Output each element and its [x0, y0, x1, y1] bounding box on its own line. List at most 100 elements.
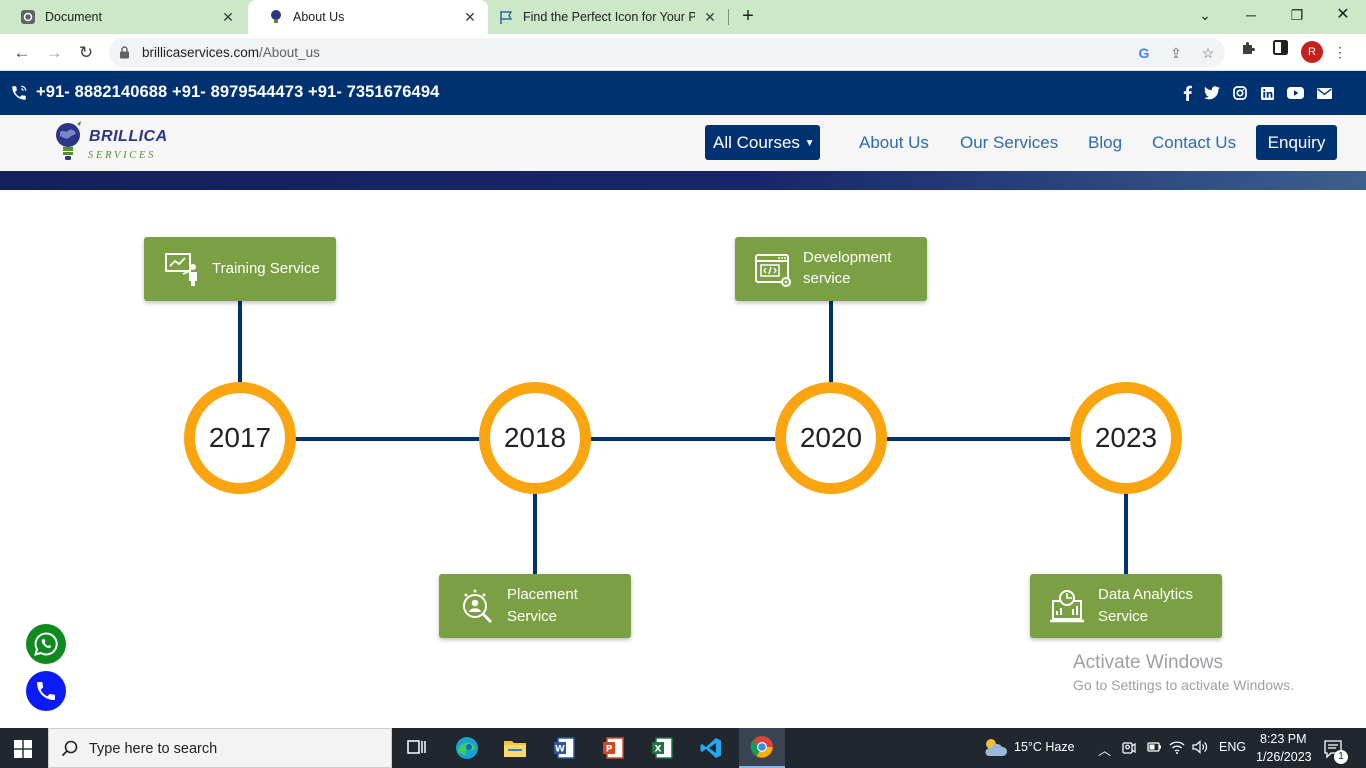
logo-subtitle: SERVICES [88, 150, 157, 161]
back-icon[interactable]: ← [10, 41, 34, 65]
side-panel-icon[interactable] [1270, 40, 1290, 60]
bookmark-star-icon[interactable]: ☆ [1198, 43, 1218, 63]
share-icon[interactable]: ⇪ [1166, 43, 1186, 63]
close-tab-icon[interactable]: ✕ [220, 9, 236, 25]
year-2023: 2023 [1070, 382, 1182, 494]
phone-numbers[interactable]: +91- 8882140688 +91- 8979544473 +91- 735… [36, 83, 439, 102]
forward-icon[interactable]: → [42, 41, 66, 65]
weather-text[interactable]: 15°C Haze [1014, 740, 1075, 754]
year-2017: 2017 [184, 382, 296, 494]
tab-separator [728, 9, 729, 25]
lightbulb-globe-icon [56, 121, 81, 160]
card-title-line2: Service [1098, 608, 1149, 625]
tab-title: About Us [293, 10, 345, 24]
clock-time[interactable]: 8:23 PM [1260, 732, 1307, 746]
google-translate-icon[interactable]: G [1134, 43, 1154, 63]
timeline-connector [1124, 493, 1128, 575]
analytics-laptop-icon [1050, 590, 1084, 623]
nav-blog[interactable]: Blog [1088, 133, 1122, 153]
card-title-line2: Service [507, 608, 558, 625]
tab-title: Document [45, 10, 102, 24]
task-view-icon[interactable] [403, 734, 431, 762]
browser-tab-strip: Document ✕ About Us ✕ Find the Perfect I… [0, 0, 1366, 34]
tab-title: Find the Perfect Icon for Your Pro [523, 10, 695, 24]
all-courses-dropdown[interactable]: All Courses ▼ [705, 125, 820, 160]
tab-search-chevron-icon[interactable]: ⌄ [1182, 0, 1228, 30]
clock-date[interactable]: 1/26/2023 [1256, 750, 1312, 764]
timeline-connector [829, 300, 833, 384]
menu-kebab-icon[interactable]: ⋮ [1330, 42, 1350, 62]
url-path: /About_us [259, 45, 320, 60]
chrome-icon[interactable] [739, 728, 785, 768]
close-tab-icon[interactable]: ✕ [462, 9, 478, 25]
extensions-puzzle-icon[interactable] [1238, 40, 1258, 60]
svg-text:X: X [655, 745, 662, 755]
nav-about-us[interactable]: About Us [859, 133, 929, 153]
whatsapp-button[interactable] [26, 624, 66, 664]
new-tab-icon[interactable]: + [738, 6, 758, 26]
file-explorer-icon[interactable] [501, 734, 529, 762]
timeline-connector [886, 437, 1071, 441]
phone-call-icon [37, 682, 55, 700]
minimize-icon[interactable]: ─ [1228, 0, 1274, 30]
card-title-line2: service [803, 270, 851, 287]
contact-topbar: +91- 8882140688 +91- 8979544473 +91- 735… [0, 71, 1366, 115]
vscode-icon[interactable] [697, 734, 725, 762]
close-tab-icon[interactable]: ✕ [702, 9, 718, 25]
logo-title: BRILLICA [89, 128, 168, 145]
url-text: brillicaservices.com/About_us [142, 45, 320, 60]
taskbar-search-box[interactable]: Type here to search [48, 728, 392, 768]
nav-contact-us[interactable]: Contact Us [1152, 133, 1236, 153]
all-courses-label: All Courses [713, 133, 800, 152]
timeline-connector [295, 437, 480, 441]
company-timeline: 2017 2018 2020 2023 Training Service Pla… [0, 190, 1366, 728]
weather-cloud-icon[interactable] [982, 736, 1008, 763]
timeline-connector [590, 437, 776, 441]
svg-text:P: P [606, 745, 613, 755]
nav-our-services[interactable]: Our Services [960, 133, 1058, 153]
youtube-icon[interactable] [1286, 85, 1304, 101]
whatsapp-icon [34, 632, 58, 656]
search-placeholder: Type here to search [89, 741, 218, 757]
instagram-icon[interactable] [1232, 85, 1248, 101]
call-button[interactable] [26, 671, 66, 711]
tab-document[interactable]: Document ✕ [0, 0, 246, 34]
show-hidden-icons-chevron-icon[interactable]: ︿ [1098, 740, 1111, 759]
close-window-icon[interactable]: ✕ [1320, 0, 1366, 30]
reload-icon[interactable]: ↻ [74, 41, 98, 65]
excel-icon[interactable]: X [648, 734, 676, 762]
card-placement-service: Placement Service [439, 574, 631, 638]
meet-now-icon[interactable] [1121, 740, 1137, 759]
tab-find-icon[interactable]: Find the Perfect Icon for Your Pro ✕ [478, 0, 728, 34]
wifi-icon[interactable] [1169, 740, 1185, 757]
activate-windows-title: Activate Windows [1073, 652, 1223, 673]
word-icon[interactable]: W [550, 734, 578, 762]
edge-browser-icon[interactable] [453, 734, 481, 762]
card-title-line1: Data Analytics [1098, 586, 1194, 603]
twitter-icon[interactable] [1204, 85, 1220, 101]
card-title: Training Service [212, 260, 320, 277]
profile-avatar[interactable]: R [1301, 41, 1323, 63]
powerpoint-icon[interactable]: P [599, 734, 627, 762]
mail-icon[interactable] [1316, 85, 1332, 101]
activate-windows-subtitle: Go to Settings to activate Windows. [1073, 677, 1294, 693]
card-data-analytics-service: Data Analytics Service [1030, 574, 1222, 638]
volume-icon[interactable] [1192, 740, 1209, 757]
brillica-tab-icon [268, 9, 284, 25]
address-bar[interactable]: brillicaservices.com/About_us G ⇪ ☆ [109, 38, 1225, 67]
document-tab-icon [20, 9, 36, 25]
brillica-logo[interactable]: BRILLICA SERVICES [55, 120, 195, 166]
year-2020: 2020 [775, 382, 887, 494]
enquiry-button[interactable]: Enquiry [1256, 125, 1337, 160]
phone-icon [10, 84, 28, 107]
windows-start-icon[interactable] [14, 740, 32, 763]
restore-icon[interactable]: ❐ [1274, 0, 1320, 30]
flag-tab-icon [498, 9, 514, 25]
linkedin-icon[interactable] [1259, 85, 1275, 101]
tab-about-us[interactable]: About Us ✕ [248, 0, 488, 34]
facebook-icon[interactable] [1179, 85, 1195, 101]
search-icon [61, 740, 78, 762]
caret-down-icon: ▼ [804, 138, 815, 149]
language-indicator[interactable]: ENG [1219, 740, 1246, 754]
battery-icon[interactable] [1145, 740, 1162, 757]
